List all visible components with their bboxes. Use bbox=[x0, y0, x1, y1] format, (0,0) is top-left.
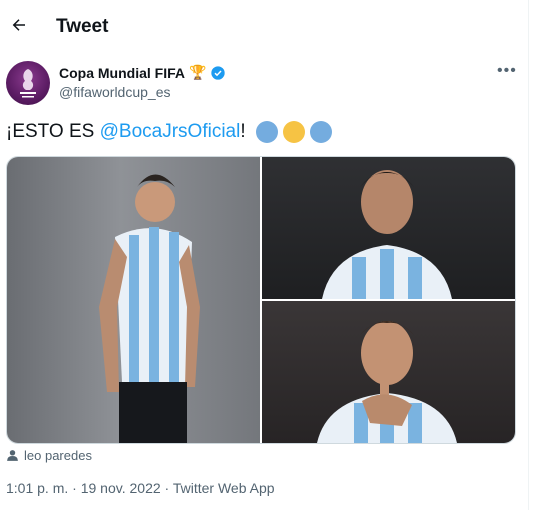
arrow-left-icon bbox=[12, 19, 25, 31]
tweet-date[interactable]: 19 nov. 2022 bbox=[81, 480, 161, 496]
yellow-circle-emoji bbox=[282, 121, 305, 143]
mention-link[interactable]: @BocaJrsOficial bbox=[100, 121, 241, 143]
tweet-text-prefix: ¡ESTO ES bbox=[6, 121, 100, 142]
column-border bbox=[528, 0, 529, 510]
verified-icon bbox=[211, 65, 226, 80]
more-options-icon[interactable]: ••• bbox=[497, 62, 517, 80]
player-figure bbox=[99, 174, 200, 443]
meta-separator: · bbox=[160, 480, 173, 496]
player-shush-figure bbox=[317, 321, 457, 443]
meta-separator: · bbox=[68, 480, 81, 496]
tweet-time[interactable]: 1:01 p. m. bbox=[6, 480, 68, 496]
player-portrait-figure bbox=[322, 170, 452, 299]
blue-circle-emoji bbox=[309, 121, 332, 143]
tagged-user-name: leo paredes bbox=[24, 448, 92, 463]
blue-circle-emoji bbox=[255, 121, 278, 143]
page-title: Tweet bbox=[56, 16, 109, 37]
tweet-text: ¡ESTO ES @BocaJrsOficial ! bbox=[6, 121, 332, 143]
tweet-metadata: 1:01 p. m. · 19 nov. 2022 · Twitter Web … bbox=[6, 480, 275, 496]
player-photo-shush[interactable] bbox=[262, 301, 515, 443]
page-header: Tweet bbox=[0, 0, 528, 52]
trophy-icon: 🏆 bbox=[189, 64, 207, 80]
account-name[interactable]: Copa Mundial FIFA bbox=[59, 65, 185, 81]
avatar[interactable] bbox=[6, 61, 50, 105]
player-photo-portrait[interactable] bbox=[262, 157, 515, 299]
account-name-row: Copa Mundial FIFA 🏆 bbox=[59, 64, 226, 81]
tagged-user[interactable]: leo paredes bbox=[6, 448, 92, 463]
tweet-text-suffix: ! bbox=[240, 121, 246, 142]
back-button[interactable] bbox=[6, 12, 32, 38]
media-grid bbox=[6, 156, 516, 444]
player-photo-full-body[interactable] bbox=[7, 157, 260, 443]
account-handle[interactable]: @fifaworldcup_es bbox=[59, 84, 171, 100]
user-icon bbox=[7, 450, 18, 461]
tweet-source[interactable]: Twitter Web App bbox=[173, 480, 275, 496]
world-cup-logo bbox=[20, 69, 36, 98]
